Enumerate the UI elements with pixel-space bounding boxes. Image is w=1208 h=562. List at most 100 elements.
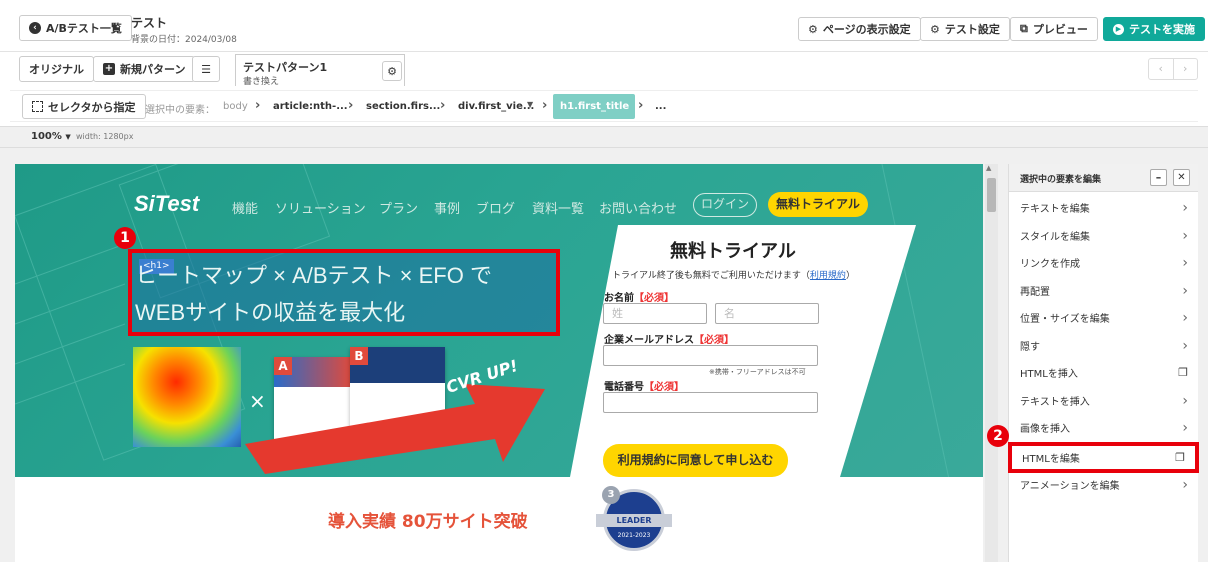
panel-item-insert-html[interactable]: HTMLを挿入 ❐ [1010,359,1198,386]
hero-section: SiTest 機能 ソリューション プラン 事例 ブログ 資料一覧 お問い合わせ… [15,164,983,477]
marker-one: 1 [114,227,136,249]
given-name-input[interactable]: 名 [715,303,819,324]
variant-b-label: B [350,347,368,365]
chevron-right-icon: › [1182,476,1188,493]
chevron-right-icon: › [255,98,261,113]
breadcrumb-h1-active[interactable]: h1.first_title ▼ [553,94,635,136]
badge-number: 3 [602,486,620,504]
chevron-right-icon: › [348,98,354,113]
close-icon[interactable]: ✕ [1173,169,1190,186]
nav-trial-button[interactable]: 無料トライアル [768,192,868,217]
nav-features[interactable]: 機能 [232,198,258,217]
nav-plans[interactable]: プラン [379,198,418,217]
panel-item-reposition[interactable]: 再配置 › [1010,277,1198,304]
preview-scrollbar[interactable]: ▲ [985,164,998,562]
editor-canvas: SiTest 機能 ソリューション プラン 事例 ブログ 資料一覧 お問い合わせ… [0,148,1208,562]
headline-line-1: ヒートマップ × A/Bテスト × EFO で [135,263,492,288]
scroll-up-icon[interactable]: ▲ [986,164,991,172]
submit-button[interactable]: 利用規約に同意して申し込む [603,444,788,477]
nav-cases[interactable]: 事例 [434,198,460,217]
panel-item-hide[interactable]: 隠す › [1010,332,1198,359]
tab-scroll-buttons: ‹ › [1148,58,1198,80]
caret-down-icon: ▼ [65,133,71,141]
zoom-bar: 100% ▼ width: 1280px [0,126,1208,148]
selected-element-label: 選択中の要素： [145,105,215,116]
panel-item-create-link[interactable]: リンクを作成 › [1010,249,1198,276]
scroll-left-icon[interactable]: ‹ [1149,59,1174,79]
panel-item-edit-style[interactable]: スタイルを編集 › [1010,222,1198,249]
achievement-text: 導入実績 80万サイト突破 [328,512,528,532]
chevron-right-icon: › [1182,199,1188,216]
chevron-right-icon: › [1182,419,1188,436]
breadcrumb-body[interactable]: body [223,101,248,112]
phone-input[interactable] [603,392,818,413]
headline-line-2: WEBサイトの収益を最大化 [135,300,406,325]
original-tab[interactable]: オリジナル [19,56,94,82]
chevron-right-icon: › [1182,282,1188,299]
leader-badge: 3 LEADER 2021-2023 [596,486,672,551]
breadcrumb-div[interactable]: div.first_vie... [458,101,534,112]
phone-label: 電話番号【必須】 [604,382,684,393]
list-icon: ☰ [201,62,211,76]
pattern-list-button[interactable]: ☰ [192,56,220,82]
edit-panel-header: 選択中の要素を編集 – ✕ [1009,164,1198,192]
crosshair-icon [32,101,43,112]
scroll-right-icon[interactable]: › [1174,59,1198,79]
page-display-settings-button[interactable]: ⚙ ページの表示設定 [798,17,921,41]
run-test-button[interactable]: ▶ テストを実施 [1103,17,1205,41]
sitest-logo[interactable]: SiTest [134,191,199,217]
panel-item-edit-text[interactable]: テキストを編集 › [1010,194,1198,221]
chevron-right-icon: › [1182,309,1188,326]
panel-item-position-size[interactable]: 位置・サイズを編集 › [1010,304,1198,331]
minimize-icon[interactable]: – [1150,169,1167,186]
surname-input[interactable]: 姓 [603,303,707,324]
test-settings-button[interactable]: ⚙ テスト設定 [920,17,1010,41]
nav-blog[interactable]: ブログ [476,198,515,217]
gear-icon: ⚙ [808,22,818,36]
plus-icon: + [103,63,115,75]
background-date: 背景の日付：2024/03/08 [131,35,237,45]
panel-item-edit-html[interactable]: HTMLを編集 ❐ [1008,442,1199,473]
breadcrumb-section[interactable]: section.firs... [366,101,440,112]
select-from-selector-button[interactable]: セレクタから指定 [22,94,146,119]
caret-down-icon[interactable]: ▼ [527,100,533,109]
selector-bar: セレクタから指定 選択中の要素： body › article:nth-... … [10,90,1198,136]
play-icon: ▶ [1113,23,1124,35]
scrollbar-thumb[interactable] [987,178,996,212]
breadcrumb-article[interactable]: article:nth-... [273,101,348,112]
variant-a-label: A [274,357,292,375]
preview-button[interactable]: ⧉ プレビュー [1010,17,1098,41]
login-button[interactable]: ログイン [693,193,757,217]
email-input[interactable] [603,345,818,366]
copy-window-icon: ❐ [1175,451,1185,464]
copy-window-icon: ❐ [1178,366,1188,379]
site-preview: SiTest 機能 ソリューション プラン 事例 ブログ 資料一覧 お問い合わせ… [15,164,983,562]
heatmap-image [133,347,241,447]
edit-panel-title: 選択中の要素を編集 [1020,175,1102,185]
top-bar: ‹ A/Bテスト一覧 テスト 背景の日付：2024/03/08 ⚙ ページの表示… [0,0,1208,52]
chevron-right-icon: › [542,98,548,113]
pattern-settings-gear-icon[interactable]: ⚙ [382,61,402,81]
nav-solutions[interactable]: ソリューション [275,198,366,217]
back-arrow-icon: ‹ [29,22,41,34]
chevron-right-icon: › [440,98,446,113]
terms-link[interactable]: 利用規約 [810,271,846,281]
nav-contact[interactable]: お問い合わせ [599,198,677,217]
nav-documents[interactable]: 資料一覧 [532,198,584,217]
panel-item-edit-animation[interactable]: アニメーションを編集 › [1010,471,1198,498]
badge-leader-text: LEADER [596,514,672,527]
breadcrumb-more[interactable]: ... [655,101,666,112]
chevron-right-icon: › [1182,392,1188,409]
tab-pattern-1[interactable]: テストパターン1 書き換え ⚙ [235,54,405,87]
new-pattern-button[interactable]: + 新規パターン [93,56,196,82]
cvr-up-arrow-icon [245,384,545,474]
back-to-list-button[interactable]: ‹ A/Bテスト一覧 [19,15,132,41]
panel-item-insert-image[interactable]: 画像を挿入 › [1010,414,1198,441]
panel-item-insert-text[interactable]: テキストを挿入 › [1010,387,1198,414]
external-link-icon: ⧉ [1020,22,1028,35]
selected-h1-highlight[interactable]: <h1> ヒートマップ × A/Bテスト × EFO で WEBサイトの収益を最… [128,249,560,336]
zoom-select[interactable]: 100% ▼ [31,131,71,142]
email-note: ※携帯・フリーアドレスは不可 [709,368,806,376]
marker-two: 2 [987,425,1009,447]
chevron-right-icon: › [638,98,644,113]
